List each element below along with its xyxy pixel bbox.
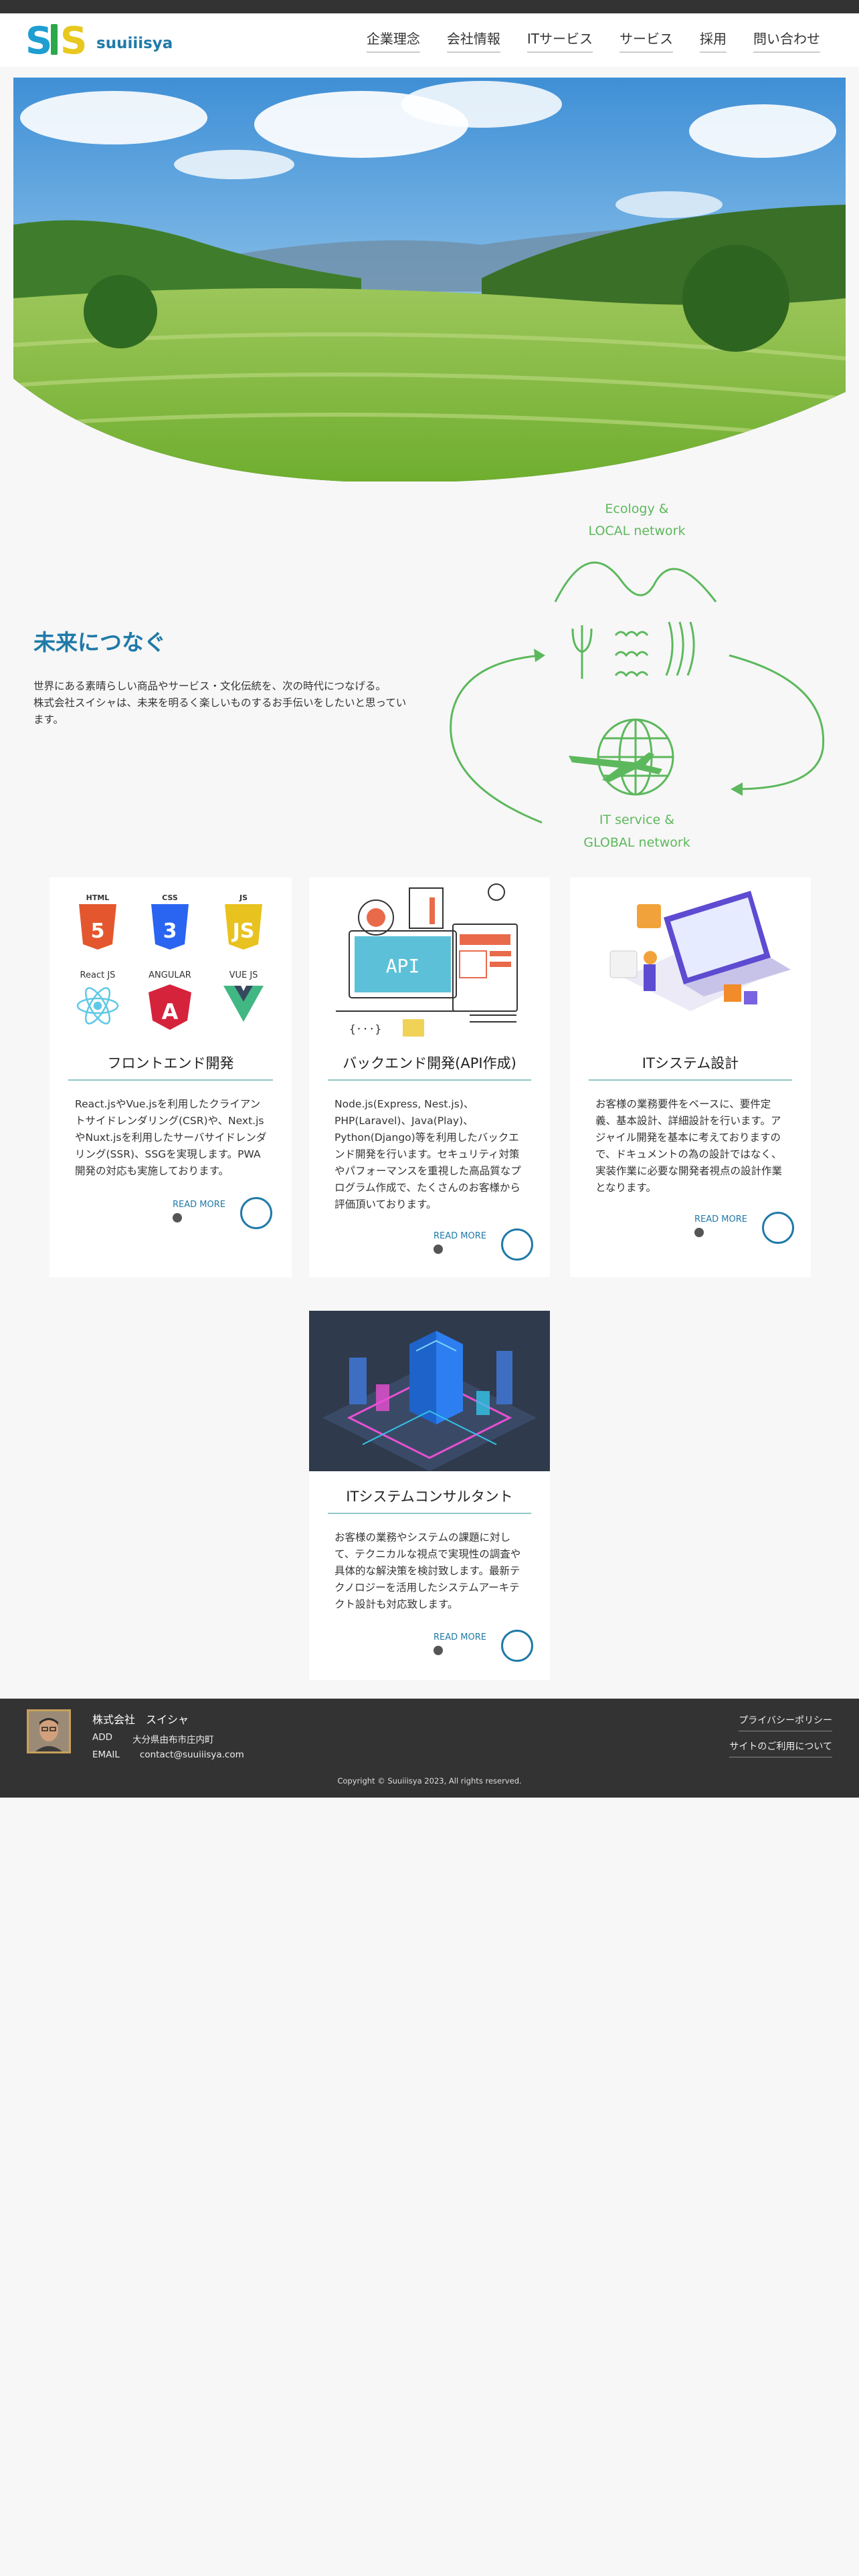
read-more-label: READ MORE — [694, 1214, 747, 1224]
html-label: HTML — [86, 893, 110, 902]
email-value[interactable]: contact@suuiiisya.com — [140, 1749, 244, 1760]
nav-philosophy[interactable]: 企業理念 — [366, 28, 420, 53]
eco-bottom-line1: IT service & — [599, 813, 674, 827]
copyright: Copyright © Suuiiisya 2023, All rights r… — [337, 1776, 522, 1786]
eco-top-line2: LOCAL network — [589, 524, 686, 538]
read-more-link[interactable]: READ MORE — [173, 1197, 272, 1229]
frontend-tech-logos: HTML 5 CSS 3 JS JS React JS ANGULAR A VU… — [76, 893, 264, 1030]
intro-text: 世界にある素晴らしい商品やサービス・文化伝統を、次の時代につなげる。 株式会社ス… — [33, 680, 407, 726]
logo-mark-icon: S S — [25, 19, 87, 59]
read-more-sub-icon — [434, 1646, 443, 1655]
service-card-system-design: ITシステム設計 お客様の業務要件をベースに、要件定義、基本設計、詳細設計を行い… — [570, 877, 811, 1277]
footer-links: プライバシーポリシー サイトのご利用について — [729, 1713, 832, 1757]
read-more-label: READ MORE — [434, 1632, 486, 1642]
nav-contact[interactable]: 問い合わせ — [753, 28, 820, 53]
react-icon — [76, 987, 119, 1025]
privacy-policy-link[interactable]: プライバシーポリシー — [739, 1713, 832, 1731]
logo-wordmark: suuiiisya — [96, 35, 173, 52]
card-title: ITシステムコンサルタント — [328, 1486, 531, 1514]
eco-diagram: Ecology & LOCAL network IT service & GLO… — [442, 495, 843, 856]
address-label: ADD — [92, 1732, 113, 1743]
angular-label: ANGULAR — [149, 970, 191, 980]
react-label: React JS — [80, 970, 116, 980]
read-more-link[interactable]: READ MORE — [434, 1630, 533, 1662]
read-more-sub-icon — [173, 1213, 182, 1222]
rice-field-icon — [571, 621, 695, 679]
service-card-backend: API {···} バックエンド開発(API作成) Node.js(Expres… — [309, 877, 550, 1277]
address-value: 大分県由布市庄内町 — [132, 1735, 214, 1745]
globe-icon — [597, 718, 674, 796]
nav-it-service[interactable]: ITサービス — [527, 28, 593, 53]
read-more-circle-icon[interactable] — [240, 1197, 272, 1229]
card-text: お客様の業務やシステムの課題に対して、テクニカルな視点で実現性の調査や具体的な解… — [335, 1531, 521, 1610]
read-more-circle-icon[interactable] — [500, 1228, 533, 1261]
read-more-link[interactable]: READ MORE — [694, 1212, 794, 1244]
nav-recruit[interactable]: 採用 — [700, 28, 727, 53]
read-more-label: READ MORE — [173, 1200, 225, 1210]
svg-text:{···}: {···} — [349, 1023, 381, 1035]
svg-text:3: 3 — [163, 920, 177, 943]
card-title: バックエンド開発(API作成) — [328, 1053, 531, 1081]
email-label: EMAIL — [92, 1749, 120, 1760]
read-more-circle-icon[interactable] — [761, 1212, 794, 1244]
nav-company[interactable]: 会社情報 — [446, 28, 500, 53]
email-row: EMAIL contact@suuiiisya.com — [92, 1749, 244, 1760]
svg-text:5: 5 — [91, 920, 105, 943]
system-design-illustration — [609, 891, 791, 1011]
site-header: S S suuiiisya 企業理念 会社情報 ITサービス サービス 採用 問… — [0, 13, 859, 67]
card-text: お客様の業務要件をベースに、要件定義、基本設計、詳細設計を行います。アジャイル開… — [595, 1098, 783, 1194]
avatar — [27, 1709, 71, 1753]
card-title: ITシステム設計 — [589, 1053, 792, 1081]
consultant-city-illustration — [309, 1311, 550, 1471]
svg-text:JS: JS — [231, 920, 255, 943]
nav-service[interactable]: サービス — [619, 28, 673, 53]
read-more-label: READ MORE — [434, 1231, 486, 1241]
svg-text:S: S — [60, 19, 87, 59]
hero-image — [13, 78, 846, 481]
api-label: API — [386, 955, 420, 977]
right-cycle-arrow — [729, 654, 825, 790]
read-more-link[interactable]: READ MORE — [434, 1228, 533, 1261]
read-more-circle-icon[interactable] — [500, 1630, 533, 1662]
service-card-frontend: HTML 5 CSS 3 JS JS React JS ANGULAR A VU… — [50, 877, 292, 1277]
read-more-sub-icon — [694, 1228, 704, 1237]
js-label: JS — [239, 893, 248, 902]
left-cycle-arrow — [450, 654, 543, 824]
card-text: Node.js(Express, Nest.js)、PHP(Laravel)、J… — [335, 1098, 521, 1210]
card-text: React.jsやVue.jsを利用したクライアントサイドレンダリング(CSR)… — [75, 1098, 267, 1177]
svg-text:S: S — [25, 19, 52, 59]
terms-of-use-link[interactable]: サイトのご利用について — [729, 1739, 832, 1757]
svg-text:A: A — [162, 999, 179, 1025]
site-footer: 株式会社 スイシャ ADD 大分県由布市庄内町 EMAIL contact@su… — [0, 1699, 859, 1798]
main-nav: 企業理念 会社情報 ITサービス サービス 採用 問い合わせ — [366, 28, 820, 53]
eco-top-line1: Ecology & — [605, 502, 668, 516]
site-logo[interactable]: S S suuiiisya — [25, 19, 173, 59]
css-label: CSS — [162, 893, 178, 902]
eco-bottom-line2: GLOBAL network — [583, 835, 690, 850]
company-name: 株式会社 スイシャ — [92, 1713, 189, 1726]
vue-label: VUE JS — [229, 970, 258, 980]
intro-title: 未来につなぐ — [33, 629, 166, 655]
card-title: フロントエンド開発 — [68, 1053, 273, 1081]
backend-api-illustration: API {···} — [336, 883, 518, 1037]
mountain-icon — [554, 561, 717, 603]
service-card-consultant: ITシステムコンサルタント お客様の業務やシステムの課題に対して、テクニカルな視… — [309, 1311, 550, 1680]
top-bar — [0, 0, 859, 13]
read-more-sub-icon — [434, 1245, 443, 1254]
address-row: ADD 大分県由布市庄内町 — [92, 1732, 214, 1745]
